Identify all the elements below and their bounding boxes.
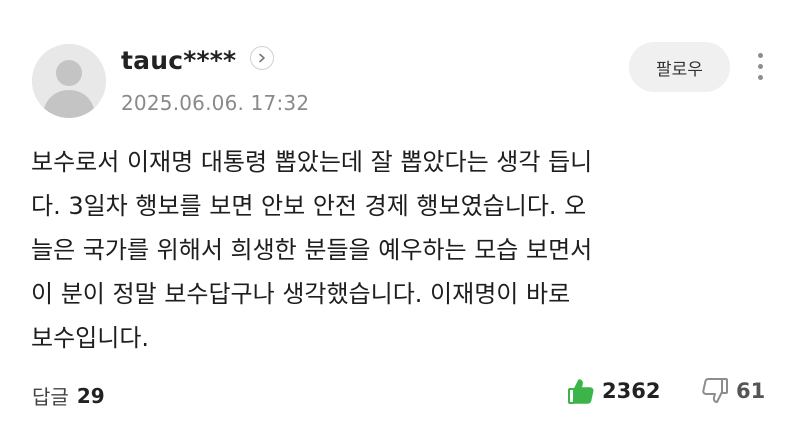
comment-line: 보수로서 이재명 대통령 뽑았는데 잘 뽑았다는 생각 듭니 xyxy=(31,148,593,176)
dislike-count: 61 xyxy=(736,379,766,403)
comment-timestamp: 2025.06.06. 17:32 xyxy=(121,91,310,115)
like-count: 2362 xyxy=(602,379,661,403)
more-dot xyxy=(757,74,763,80)
comment-line: 보수입니다. xyxy=(31,324,150,352)
more-dot xyxy=(757,63,763,69)
thumbs-up-icon xyxy=(566,376,596,406)
more-dot xyxy=(757,52,763,58)
more-options-icon[interactable] xyxy=(749,44,771,88)
like-button[interactable]: 2362 xyxy=(566,376,660,406)
default-user-icon xyxy=(32,44,106,118)
chevron-right-icon xyxy=(259,53,265,63)
comment-line: 이 분이 정말 보수답구나 생각했습니다. 이재명이 바로 xyxy=(31,280,571,308)
reply-label: 답글 xyxy=(32,385,69,409)
avatar[interactable] xyxy=(32,44,106,118)
comment-body: 보수로서 이재명 대통령 뽑았는데 잘 뽑았다는 생각 듭니 다. 3일차 행보… xyxy=(31,140,776,360)
follow-button[interactable]: 팔로우 xyxy=(629,42,730,92)
reply-button[interactable]: 답글 29 xyxy=(32,381,105,410)
comment-line: 늘은 국가를 위해서 희생한 분들을 예우하는 모습 보면서 xyxy=(31,236,593,264)
profile-link-button[interactable] xyxy=(250,46,274,70)
username[interactable]: tauc**** xyxy=(121,46,236,75)
reply-count: 29 xyxy=(76,383,105,408)
thumbs-down-icon xyxy=(700,376,730,406)
comment-line: 다. 3일차 행보를 보면 안보 안전 경제 행보였습니다. 오 xyxy=(31,192,587,220)
dislike-button[interactable]: 61 xyxy=(700,376,765,406)
